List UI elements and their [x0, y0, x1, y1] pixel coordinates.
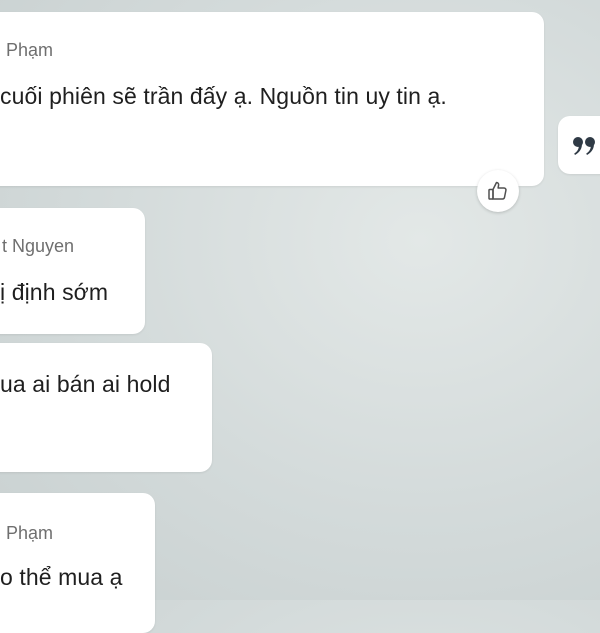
- sender-name: Phạm: [6, 523, 54, 543]
- sender-name: Phạm: [6, 40, 54, 60]
- message-text: ị định sớm: [0, 279, 109, 305]
- message-text: o thể mua ạ: [0, 564, 123, 590]
- message-bubble[interactable]: ua ai bán ai hold: [0, 343, 212, 472]
- message-bubble[interactable]: Phạm o thể mua ạ: [0, 493, 155, 633]
- message-text: ua ai bán ai hold: [0, 371, 171, 397]
- like-button[interactable]: [477, 170, 519, 212]
- reply-quote-button[interactable]: [558, 116, 600, 174]
- message-bubble[interactable]: Phạm cuối phiên sẽ trần đấy ạ. Nguồn tin…: [0, 12, 544, 186]
- thumbs-up-icon: [488, 181, 507, 200]
- message-text: cuối phiên sẽ trần đấy ạ. Nguồn tin uy t…: [0, 83, 447, 109]
- quote-icon: [573, 137, 595, 155]
- sender-name: t Nguyen: [2, 236, 75, 256]
- message-bubble[interactable]: t Nguyen ị định sớm: [0, 208, 145, 334]
